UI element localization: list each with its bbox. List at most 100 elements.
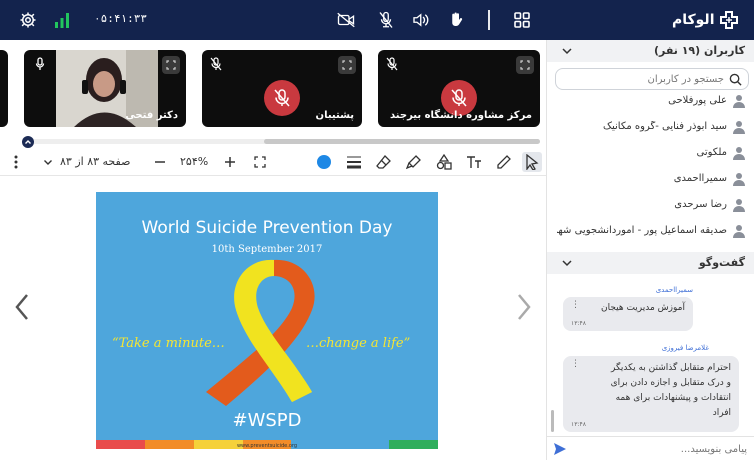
mic-muted-icon bbox=[208, 56, 224, 72]
user-list-item[interactable]: سمیرااحمدی bbox=[547, 168, 754, 194]
speaker-icon[interactable] bbox=[410, 10, 430, 30]
divider bbox=[488, 10, 490, 30]
page-indicator[interactable]: صفحه ۸۳ از ۸۳ bbox=[60, 155, 130, 168]
app-logo: الوکام bbox=[672, 8, 739, 32]
message-line: احترام متقابل گذاشتن به یکدیگر bbox=[610, 363, 731, 373]
user-icon bbox=[733, 199, 745, 212]
user-search-box bbox=[555, 68, 749, 90]
video-tile-partial[interactable] bbox=[0, 50, 8, 127]
message-menu-icon[interactable]: ⋮ bbox=[571, 301, 580, 310]
logo-text: الوکام bbox=[672, 12, 715, 28]
participant-name: دکتر فتحی bbox=[125, 110, 178, 121]
right-sidebar: کاربران (۱۹ نفر) علی پورفلاحی سید ابوذر … bbox=[546, 40, 754, 460]
more-options-icon[interactable] bbox=[6, 152, 26, 172]
mic-off-icon[interactable] bbox=[376, 10, 396, 30]
zoom-out-icon[interactable] bbox=[150, 152, 170, 172]
zoom-in-icon[interactable] bbox=[220, 152, 240, 172]
chat-panel-header[interactable]: گفت‌وگو bbox=[547, 252, 754, 274]
user-list: علی پورفلاحی سید ابوذر فنایی -گروه مکانی… bbox=[547, 92, 754, 252]
fit-screen-icon[interactable] bbox=[250, 152, 270, 172]
collapse-chevron-icon[interactable] bbox=[561, 45, 573, 57]
slide-image: World Suicide Prevention Day 10th Septem… bbox=[96, 192, 438, 449]
session-timer: ۰۵:۴۱:۳۳ bbox=[94, 12, 147, 25]
fullscreen-icon[interactable] bbox=[516, 56, 534, 74]
chat-message-input[interactable] bbox=[587, 441, 747, 457]
search-icon bbox=[729, 73, 742, 86]
logo-mark-icon bbox=[719, 11, 738, 29]
slide-footer-url: www.preventsuicide.org bbox=[236, 443, 298, 449]
whiteboard-toolbar: صفحه ۸۳ از ۸۳ ۲۵۴% bbox=[0, 148, 546, 176]
chat-messages: سمیرااحمدی ⋮ آموزش مدیریت هیجان ۱۳:۴۸ غل… bbox=[547, 274, 754, 460]
user-icon bbox=[733, 225, 745, 238]
strip-scrollbar-thumb[interactable] bbox=[264, 139, 540, 144]
user-icon bbox=[733, 147, 745, 160]
signal-strength-icon bbox=[52, 10, 72, 30]
users-panel-title: کاربران (۱۹ نفر) bbox=[653, 44, 745, 57]
user-list-item[interactable]: رضا سرحدی bbox=[547, 194, 754, 220]
slide-hashtag: #WSPD bbox=[232, 410, 302, 431]
user-icon bbox=[733, 173, 745, 186]
slide-quote-left: “Take a minute… bbox=[112, 336, 225, 351]
user-name: سمیرااحمدی bbox=[673, 173, 727, 184]
message-time: ۱۳:۴۸ bbox=[571, 421, 586, 428]
chat-message[interactable]: ⋮ آموزش مدیریت هیجان ۱۳:۴۸ bbox=[563, 297, 693, 331]
chat-scrollbar[interactable] bbox=[551, 410, 554, 432]
select-pointer-icon[interactable] bbox=[522, 152, 542, 172]
message-line: انتقادات و پیشنهادات برای همه bbox=[615, 393, 731, 403]
video-strip: دکتر فتحی پشتیبان مرکز مشاوره دانشگاه بی… bbox=[0, 40, 546, 148]
next-slide-chevron-icon[interactable] bbox=[514, 292, 534, 322]
page-dropdown-chevron-icon[interactable] bbox=[38, 152, 58, 172]
user-name: علی پورفلاحی bbox=[668, 95, 727, 106]
user-icon bbox=[733, 95, 745, 108]
chat-input-bar bbox=[547, 436, 754, 460]
user-list-item[interactable]: علی پورفلاحی bbox=[547, 92, 754, 116]
collapse-strip-chevron-icon[interactable] bbox=[22, 136, 34, 148]
mic-muted-icon bbox=[384, 56, 400, 72]
top-bar: ۰۵:۴۱:۳۳ الوکام bbox=[0, 0, 754, 40]
fullscreen-icon[interactable] bbox=[338, 56, 356, 74]
user-name: صدیقه اسماعیل پور - اموردانشجویی شهر... bbox=[557, 225, 727, 236]
camera-off-icon[interactable] bbox=[336, 10, 356, 30]
collapse-chevron-icon[interactable] bbox=[561, 257, 573, 269]
message-text: احترام متقابل گذاشتن به یکدیگر و درک متق… bbox=[611, 361, 731, 421]
message-text: آموزش مدیریت هیجان bbox=[600, 303, 685, 313]
previous-slide-chevron-icon[interactable] bbox=[12, 292, 32, 322]
user-list-item[interactable]: ملکوتی bbox=[547, 142, 754, 168]
muted-mic-badge-icon bbox=[264, 80, 300, 116]
chat-message[interactable]: ⋮ احترام متقابل گذاشتن به یکدیگر و درک م… bbox=[563, 356, 739, 432]
user-list-item[interactable]: صدیقه اسماعیل پور - اموردانشجویی شهر... bbox=[547, 220, 754, 246]
video-tile-participant[interactable]: پشتیبان bbox=[202, 50, 362, 127]
fullscreen-icon[interactable] bbox=[162, 56, 180, 74]
shapes-icon[interactable] bbox=[434, 152, 454, 172]
users-panel-header[interactable]: کاربران (۱۹ نفر) bbox=[547, 40, 754, 62]
message-menu-icon[interactable]: ⋮ bbox=[571, 360, 580, 369]
video-tile-participant[interactable]: دکتر فتحی bbox=[24, 50, 186, 127]
user-search-input[interactable] bbox=[564, 71, 724, 87]
presentation-area: World Suicide Prevention Day 10th Septem… bbox=[0, 176, 546, 460]
settings-gear-icon[interactable] bbox=[18, 10, 38, 30]
highlighter-icon[interactable] bbox=[404, 152, 424, 172]
message-line: و درک متقابل و اجازه دادن برای bbox=[610, 378, 731, 388]
user-name: سید ابوذر فنایی -گروه مکانیک bbox=[603, 121, 727, 132]
message-author: سمیرااحمدی bbox=[655, 286, 693, 294]
slide-quote-right: …change a life” bbox=[306, 336, 411, 351]
send-icon[interactable] bbox=[553, 442, 567, 456]
zoom-level: ۲۵۴% bbox=[180, 155, 209, 168]
participant-name: پشتیبان bbox=[315, 110, 354, 121]
chat-panel-title: گفت‌وگو bbox=[698, 256, 745, 269]
line-weight-icon[interactable] bbox=[344, 152, 364, 172]
user-name: رضا سرحدی bbox=[674, 199, 727, 210]
layout-grid-icon[interactable] bbox=[512, 10, 532, 30]
video-tile-participant[interactable]: مرکز مشاوره دانشگاه بیرجند bbox=[378, 50, 540, 127]
eraser-icon[interactable] bbox=[374, 152, 394, 172]
text-tool-icon[interactable] bbox=[464, 152, 484, 172]
user-list-item[interactable]: سید ابوذر فنایی -گروه مکانیک bbox=[547, 116, 754, 142]
participant-name: مرکز مشاوره دانشگاه بیرجند bbox=[390, 110, 532, 121]
pen-icon[interactable] bbox=[494, 152, 514, 172]
message-time: ۱۳:۴۸ bbox=[571, 320, 586, 327]
message-line: افراد bbox=[712, 408, 731, 418]
color-picker-button[interactable] bbox=[314, 152, 334, 172]
user-name: ملکوتی bbox=[696, 147, 727, 158]
mic-icon bbox=[32, 56, 48, 72]
raise-hand-icon[interactable] bbox=[446, 10, 466, 30]
